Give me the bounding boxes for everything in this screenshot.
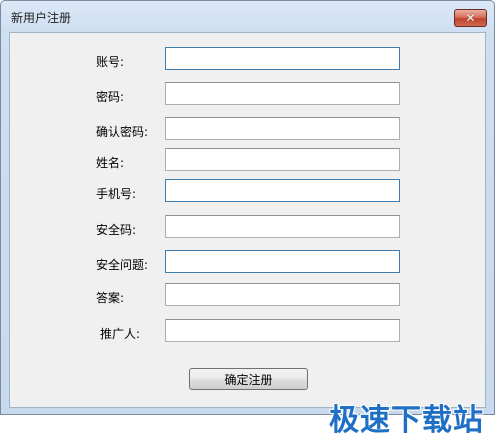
confirm-password-input[interactable]	[165, 117, 400, 140]
window-title: 新用户注册	[11, 11, 72, 25]
name-input[interactable]	[165, 148, 400, 171]
registration-window: 新用户注册 ✕ 账号: 密码: 确认密码: 姓名: 手机号: 安全码: 安全问题…	[0, 0, 495, 438]
label-security-question: 安全问题:	[96, 258, 149, 272]
phone-input[interactable]	[165, 179, 400, 202]
label-account: 账号:	[96, 55, 125, 69]
label-confirm-password: 确认密码:	[96, 125, 149, 139]
answer-input[interactable]	[165, 283, 400, 306]
watermark-logo: 极速下载站	[329, 403, 484, 438]
password-input[interactable]	[165, 82, 400, 105]
close-button[interactable]: ✕	[454, 9, 487, 27]
label-name: 姓名:	[96, 156, 125, 170]
title-bar[interactable]: 新用户注册 ✕	[1, 1, 494, 32]
label-password: 密码:	[96, 90, 125, 104]
security-question-input[interactable]	[165, 250, 400, 273]
close-icon: ✕	[465, 11, 476, 25]
account-input[interactable]	[165, 47, 400, 70]
referrer-input[interactable]	[165, 319, 400, 342]
label-answer: 答案:	[96, 291, 125, 305]
label-phone: 手机号:	[96, 187, 137, 201]
label-security-code: 安全码:	[96, 223, 137, 237]
label-referrer: 推广人:	[100, 327, 141, 341]
form-panel: 账号: 密码: 确认密码: 姓名: 手机号: 安全码: 安全问题: 答案: 推广…	[9, 32, 486, 438]
security-code-input[interactable]	[165, 215, 400, 238]
confirm-register-button[interactable]: 确定注册	[189, 368, 308, 390]
